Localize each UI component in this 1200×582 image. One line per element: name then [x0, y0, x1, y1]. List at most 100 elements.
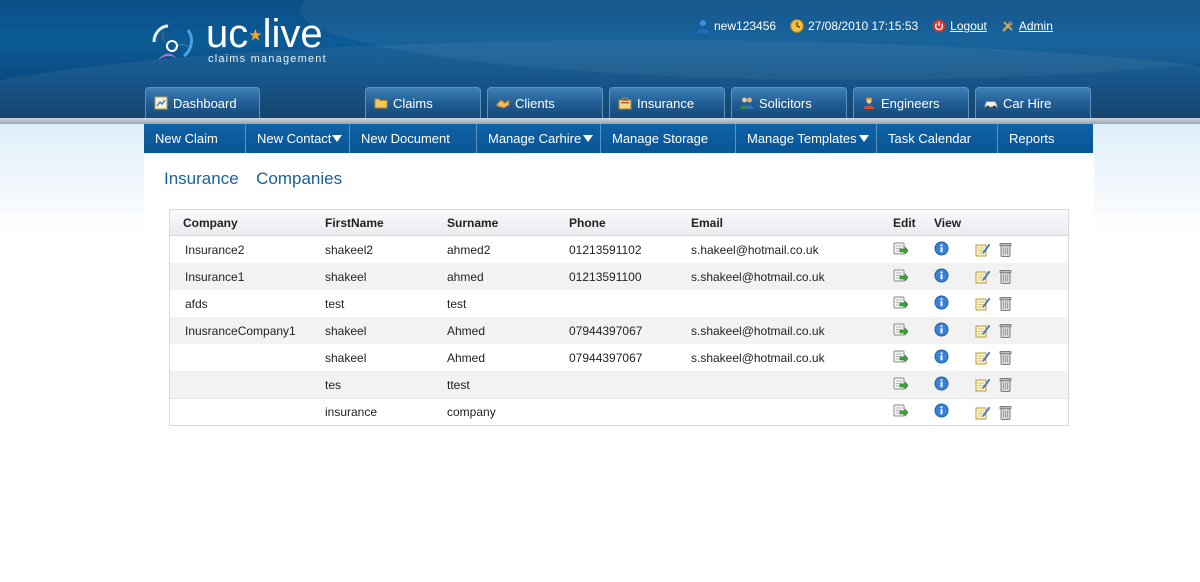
user-icon: [697, 20, 709, 33]
view-cell: [934, 295, 975, 313]
edit-icon[interactable]: [893, 295, 909, 310]
brand-tagline: claims management: [208, 53, 327, 65]
brand-name: uc★live: [206, 12, 323, 56]
delete-icon[interactable]: [998, 296, 1013, 311]
admin-label[interactable]: Admin: [1019, 19, 1053, 33]
edit-icon[interactable]: [893, 349, 909, 364]
header-company[interactable]: Company: [170, 216, 325, 230]
actions-cell: [975, 350, 1035, 365]
briefcase-icon: [618, 97, 632, 110]
info-icon[interactable]: [934, 268, 949, 283]
table-body: Insurance2 shakeel2 ahmed2 01213591102 s.hak…: [170, 236, 1068, 425]
edit-cell: [893, 349, 934, 367]
edit-icon[interactable]: [893, 241, 909, 256]
cell-first-name: tes: [325, 377, 342, 392]
info-icon[interactable]: [934, 295, 949, 310]
actions-cell: [975, 269, 1035, 284]
cell-surname: company: [447, 405, 496, 419]
dashboard-icon: [154, 96, 168, 110]
cell-first-name: shakeel: [325, 350, 367, 365]
notes-icon[interactable]: [975, 377, 991, 392]
cell-surname: ahmed2: [447, 242, 491, 257]
actions-cell: [975, 242, 1035, 257]
table-row: Insurance1 shakeel ahmed 01213591100 s.shake…: [170, 263, 1068, 290]
header-phone[interactable]: Phone: [569, 216, 691, 230]
edit-cell: [893, 403, 934, 421]
table-row: afds test test: [170, 290, 1068, 317]
submenu-new-document[interactable]: New Document: [350, 124, 477, 153]
edit-icon[interactable]: [893, 376, 909, 391]
cell-phone: 07944397067: [569, 323, 643, 338]
submenu-task-calendar[interactable]: Task Calendar: [877, 124, 998, 153]
header-view: View: [934, 215, 962, 230]
dropdown-arrow-icon: [583, 135, 593, 142]
actions-cell: [975, 377, 1035, 392]
delete-icon[interactable]: [998, 323, 1013, 338]
people-icon: [740, 97, 754, 109]
tools-icon: [1002, 21, 1013, 32]
brand-logo[interactable]: uc★live claims management: [148, 12, 348, 72]
tab-claims[interactable]: Claims: [365, 87, 481, 118]
tab-solicitors[interactable]: Solicitors: [731, 87, 847, 118]
notes-icon[interactable]: [975, 242, 991, 257]
view-cell: [934, 322, 975, 340]
edit-icon[interactable]: [893, 268, 909, 283]
insurance-companies-table: Company FirstName Surname Phone Email Ed…: [169, 209, 1069, 426]
info-icon[interactable]: [934, 376, 949, 391]
user-toolbar: new123456 27/08/2010 17:15:53 Logout Adm…: [696, 18, 1067, 34]
admin-link[interactable]: Admin: [1001, 19, 1053, 33]
notes-icon[interactable]: [975, 350, 991, 365]
cell-first-name: shakeel: [325, 269, 367, 284]
notes-icon[interactable]: [975, 323, 991, 338]
current-user: new123456: [696, 19, 776, 33]
table-row: shakeel Ahmed 07944397067 s.shakeel@hotmail…: [170, 344, 1068, 371]
submenu-new-contact[interactable]: New Contact: [246, 124, 350, 153]
datetime-label: 27/08/2010 17:15:53: [808, 19, 919, 33]
submenu-new-claim[interactable]: New Claim: [144, 124, 246, 153]
car-icon: [984, 101, 998, 109]
info-icon[interactable]: [934, 322, 949, 337]
info-icon[interactable]: [934, 349, 949, 364]
view-cell: [934, 241, 975, 259]
cell-surname: Ahmed: [447, 350, 486, 365]
clock-icon: [790, 19, 804, 33]
header-email[interactable]: Email: [691, 216, 893, 230]
current-datetime: 27/08/2010 17:15:53: [790, 19, 918, 33]
notes-icon[interactable]: [975, 269, 991, 284]
delete-icon[interactable]: [998, 242, 1013, 257]
cell-email: s.hakeel@hotmail.co.uk: [691, 242, 819, 257]
logout-link[interactable]: Logout: [932, 19, 987, 33]
header-first-name[interactable]: FirstName: [325, 216, 447, 230]
tab-insurance[interactable]: Insurance: [609, 87, 725, 118]
info-icon[interactable]: [934, 241, 949, 256]
page-title: Insurance Companies: [164, 169, 343, 188]
edit-icon[interactable]: [893, 322, 909, 337]
edit-cell: [893, 322, 934, 340]
submenu-manage-storage[interactable]: Manage Storage: [601, 124, 736, 153]
cell-company: Insurance2: [185, 242, 245, 257]
tab-car-hire[interactable]: Car Hire: [975, 87, 1091, 118]
edit-icon[interactable]: [893, 403, 909, 418]
delete-icon[interactable]: [998, 350, 1013, 365]
notes-icon[interactable]: [975, 296, 991, 311]
tab-clients[interactable]: Clients: [487, 87, 603, 118]
header-surname[interactable]: Surname: [447, 216, 569, 230]
delete-icon[interactable]: [998, 269, 1013, 284]
submenu-manage-templates[interactable]: Manage Templates: [736, 124, 877, 153]
cell-first-name: shakeel: [325, 323, 367, 338]
cell-email: s.shakeel@hotmail.co.uk: [691, 323, 825, 338]
tab-dashboard[interactable]: Dashboard: [145, 87, 260, 118]
view-cell: [934, 349, 975, 367]
submenu-reports[interactable]: Reports: [998, 124, 1093, 153]
cell-first-name: shakeel2: [325, 242, 374, 257]
logout-label[interactable]: Logout: [950, 19, 987, 33]
notes-icon[interactable]: [975, 405, 991, 420]
submenu-manage-carhire[interactable]: Manage Carhire: [477, 124, 601, 153]
folder-icon: [374, 98, 388, 109]
info-icon[interactable]: [934, 403, 949, 418]
delete-icon[interactable]: [998, 377, 1013, 392]
delete-icon[interactable]: [998, 405, 1013, 420]
tab-engineers[interactable]: Engineers: [853, 87, 969, 118]
cell-surname: ttest: [447, 377, 470, 392]
cell-phone: 07944397067: [569, 350, 643, 365]
